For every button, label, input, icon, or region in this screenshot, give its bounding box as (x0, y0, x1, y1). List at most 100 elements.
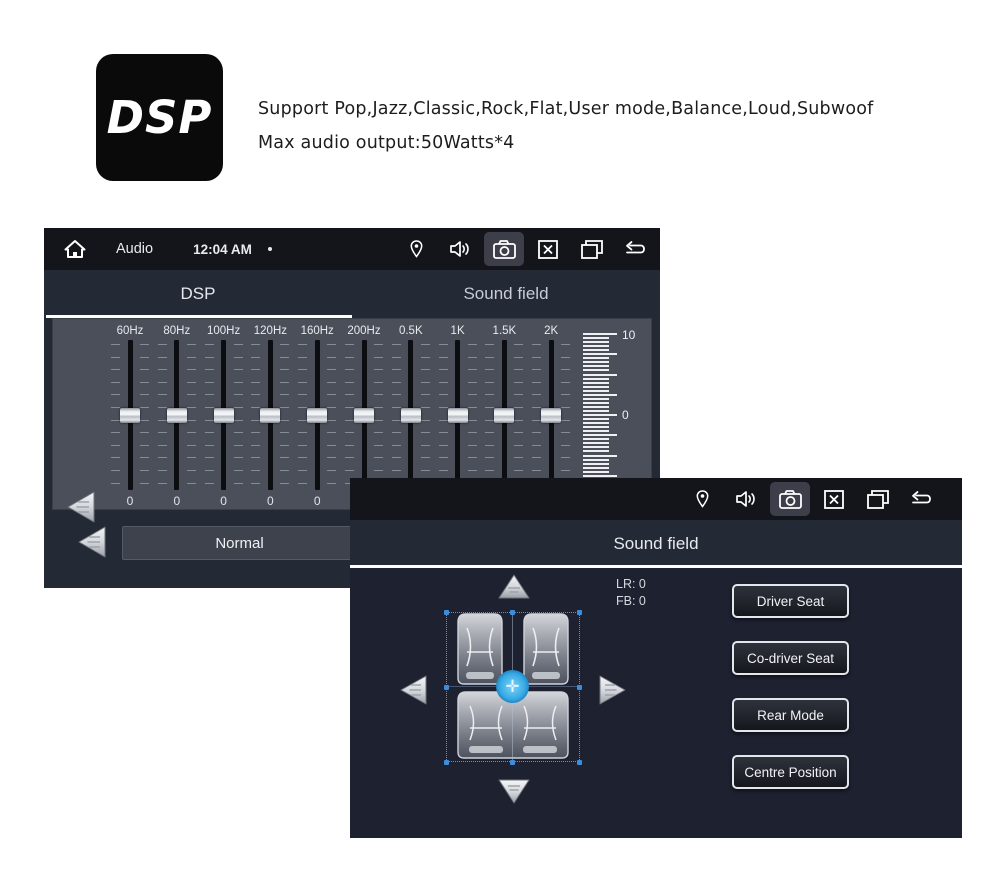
eq-band-slider[interactable] (438, 340, 478, 490)
tick (186, 394, 196, 396)
eq-band-slider[interactable] (204, 340, 244, 490)
eq-band[interactable]: 100Hz 0 (201, 323, 247, 511)
volume-icon[interactable] (440, 232, 480, 266)
tick (327, 432, 337, 434)
tick (345, 444, 354, 446)
camera-icon[interactable] (770, 482, 810, 516)
scale-tick (583, 418, 609, 421)
tick (438, 432, 448, 434)
preset-value-field[interactable]: Normal (122, 526, 357, 560)
tick (345, 369, 354, 371)
selection-handle[interactable] (577, 610, 582, 615)
tab-sound-field-active[interactable]: Sound field (350, 520, 962, 568)
eq-band-slider[interactable] (110, 340, 150, 490)
tick (233, 470, 243, 471)
right-arrow-icon[interactable] (596, 672, 628, 713)
tick (485, 432, 495, 434)
up-arrow-icon[interactable] (496, 572, 532, 607)
tick (327, 369, 337, 371)
tick (251, 432, 261, 434)
selection-handle[interactable] (510, 610, 515, 615)
recent-apps-icon[interactable] (858, 482, 898, 516)
rear-mode-button[interactable]: Rear Mode (732, 698, 849, 732)
selection-handle[interactable] (510, 760, 515, 765)
preset-prev-arrow[interactable] (76, 524, 110, 560)
balance-center-marker[interactable]: ✛ (496, 670, 529, 703)
tick (204, 457, 214, 459)
scale-tick (583, 409, 609, 412)
tick (298, 381, 308, 383)
selection-handle[interactable] (444, 685, 449, 690)
eq-band-slider[interactable] (531, 340, 571, 490)
close-box-icon[interactable] (814, 482, 854, 516)
selection-handle[interactable] (444, 610, 449, 615)
tick (420, 457, 430, 459)
co-driver-seat-button[interactable]: Co-driver Seat (732, 641, 849, 675)
tick (327, 356, 337, 358)
tick (485, 407, 495, 408)
back-arrow-icon[interactable] (616, 232, 656, 266)
tick (251, 457, 261, 459)
eq-band-slider[interactable] (297, 340, 337, 490)
driver-seat-button[interactable]: Driver Seat (732, 584, 849, 618)
eq-band-thumb[interactable] (494, 408, 515, 423)
location-pin-icon[interactable] (682, 482, 722, 516)
eq-band-thumb[interactable] (260, 408, 281, 423)
camera-icon[interactable] (484, 232, 524, 266)
selection-handle[interactable] (577, 760, 582, 765)
tab-sound-field[interactable]: Sound field (352, 270, 660, 318)
eq-band-slider[interactable] (391, 340, 431, 490)
tick (532, 381, 542, 383)
eq-band-slider[interactable] (484, 340, 524, 490)
eq-band[interactable]: 80Hz 0 (154, 323, 200, 511)
eq-band-thumb[interactable] (541, 408, 562, 423)
tab-dsp[interactable]: DSP (44, 270, 352, 318)
recent-apps-icon[interactable] (572, 232, 612, 266)
eq-band-slider[interactable] (250, 340, 290, 490)
close-box-icon[interactable] (528, 232, 568, 266)
tick (204, 419, 214, 421)
tick (561, 407, 571, 408)
down-arrow-icon[interactable] (496, 776, 532, 811)
tick (298, 394, 308, 396)
eq-band[interactable]: 120Hz 0 (247, 323, 293, 511)
eq-band-thumb[interactable] (307, 408, 328, 423)
tick (233, 432, 243, 434)
tick (374, 381, 383, 383)
centre-position-button[interactable]: Centre Position (732, 755, 849, 789)
eq-band[interactable]: 60Hz 0 (107, 323, 153, 511)
seat-balance-control[interactable]: ✛ (392, 568, 632, 823)
eq-band-value: 0 (313, 494, 321, 508)
back-arrow-icon[interactable] (902, 482, 942, 516)
tick (391, 356, 401, 358)
eq-band-thumb[interactable] (166, 408, 187, 423)
tick (280, 344, 290, 345)
tick (485, 381, 495, 383)
scale-tick (583, 442, 609, 445)
selection-handle[interactable] (577, 685, 582, 690)
eq-band-thumb[interactable] (120, 408, 140, 423)
tick (251, 444, 261, 446)
eq-band-slider[interactable] (157, 340, 197, 490)
scale-tick (583, 458, 609, 461)
eq-band-slider[interactable] (344, 340, 384, 490)
left-arrow-icon[interactable] (398, 672, 430, 713)
tick (140, 470, 149, 471)
eq-band-thumb[interactable] (400, 408, 421, 423)
scale-tick (583, 430, 609, 433)
eq-band-thumb[interactable] (354, 408, 374, 423)
tick (391, 457, 401, 459)
selection-handle[interactable] (444, 760, 449, 765)
tick (391, 394, 401, 396)
eq-band[interactable]: 160Hz 0 (294, 323, 340, 511)
tick (514, 444, 524, 446)
eq-band-frequency: 0.5K (398, 325, 423, 337)
centre-position-label: Centre Position (744, 764, 837, 780)
volume-icon[interactable] (726, 482, 766, 516)
home-icon[interactable] (64, 239, 86, 259)
eq-band-thumb[interactable] (447, 408, 468, 423)
tick (467, 457, 477, 459)
tick (345, 407, 354, 408)
location-pin-icon[interactable] (396, 232, 436, 266)
eq-band-thumb[interactable] (213, 408, 234, 423)
